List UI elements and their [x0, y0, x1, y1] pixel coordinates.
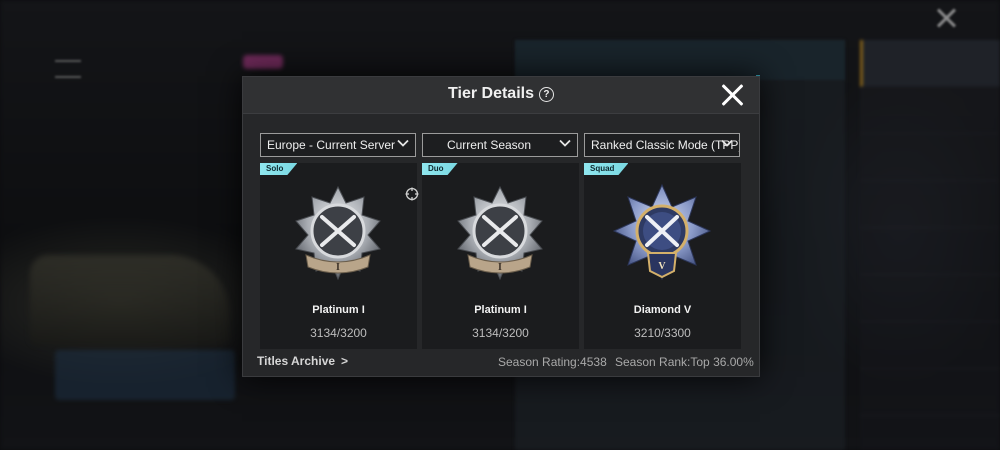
chevron-down-icon	[721, 137, 733, 149]
badge-numeral: I	[498, 262, 502, 273]
tier-details-modal: Tier Details? Europe - Current Server Cu…	[242, 76, 760, 377]
mode-tag: Solo	[260, 163, 297, 175]
titles-archive-link[interactable]: Titles Archive >	[257, 354, 348, 368]
chevron-down-icon	[397, 137, 409, 149]
tier-name: Diamond V	[633, 304, 692, 316]
background-close-icon	[934, 6, 958, 30]
season-rank: Season Rank:Top 36.00%	[615, 355, 754, 369]
tier-card-squad[interactable]: Squad V Diamond V 3210/3300	[584, 163, 741, 349]
mode-dropdown-value: Ranked Classic Mode (TPP)	[591, 138, 740, 152]
tier-name: Platinum I	[312, 304, 365, 316]
badge-numeral: V	[658, 261, 666, 272]
background-panel-header	[515, 40, 845, 80]
question-circle-icon[interactable]: ?	[538, 87, 554, 102]
badge-numeral: I	[336, 262, 340, 273]
crosshair-icon[interactable]	[405, 187, 419, 201]
mode-tag: Duo	[422, 163, 458, 175]
mode-dropdown[interactable]: Ranked Classic Mode (TPP)	[584, 133, 740, 157]
titles-archive-label: Titles Archive	[257, 354, 336, 368]
modal-title-wrap: Tier Details?	[243, 85, 759, 103]
chevron-down-icon	[559, 137, 571, 149]
modal-title: Tier Details	[448, 85, 534, 102]
background-banner	[55, 350, 235, 400]
background-decoration	[243, 55, 283, 69]
platinum-tier-badge-icon: I	[295, 185, 381, 281]
tier-name: Platinum I	[474, 304, 527, 316]
tier-points: 3210/3300	[634, 326, 691, 340]
mode-tag: Squad	[584, 163, 628, 175]
close-icon[interactable]	[721, 83, 745, 107]
server-dropdown-value: Europe - Current Server	[267, 138, 396, 152]
tier-points: 3134/3200	[310, 326, 367, 340]
tier-card-solo[interactable]: Solo I Platinum I 3134/3200	[260, 163, 417, 349]
server-dropdown[interactable]: Europe - Current Server	[260, 133, 416, 157]
background-sidebar	[860, 40, 1000, 450]
season-dropdown[interactable]: Current Season	[422, 133, 578, 157]
background-menu-icon	[55, 60, 81, 78]
diamond-tier-badge-icon: V	[612, 183, 712, 281]
background-vehicle	[30, 255, 230, 345]
tier-points: 3134/3200	[472, 326, 529, 340]
platinum-tier-badge-icon: I	[457, 185, 543, 281]
modal-header: Tier Details?	[243, 77, 759, 114]
tier-card-duo[interactable]: Duo I Platinum I 3134/3200	[422, 163, 579, 349]
season-dropdown-value: Current Season	[446, 138, 532, 152]
chevron-right-icon: >	[341, 354, 349, 368]
season-rating: Season Rating:4538	[498, 355, 607, 369]
